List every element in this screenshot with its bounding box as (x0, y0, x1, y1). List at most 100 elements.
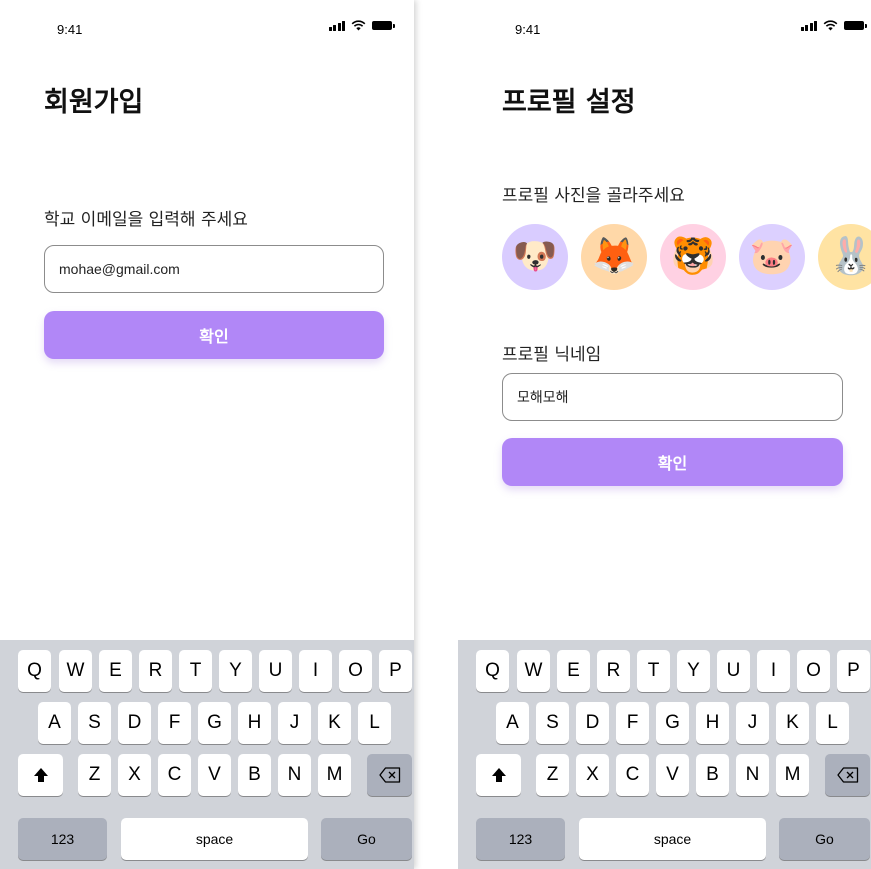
go-key[interactable]: Go (321, 818, 412, 860)
key-o[interactable]: O (339, 650, 372, 692)
key-n[interactable]: N (736, 754, 769, 796)
key-r[interactable]: R (597, 650, 630, 692)
pig-face-icon: 🐷 (749, 236, 795, 277)
key-m[interactable]: M (776, 754, 809, 796)
signup-screen: 9:41 회원가입 학교 이메일을 입력해 주세요 확인 Q W E R T Y… (0, 0, 414, 869)
shift-icon (33, 768, 48, 782)
email-input[interactable] (44, 245, 384, 293)
avatar-option-tiger[interactable]: 🐯 (660, 224, 726, 290)
key-y[interactable]: Y (219, 650, 252, 692)
key-z[interactable]: Z (536, 754, 569, 796)
numbers-key[interactable]: 123 (476, 818, 565, 860)
go-key[interactable]: Go (779, 818, 870, 860)
key-l[interactable]: L (816, 702, 849, 744)
profile-screen: 9:41 프로필 설정 프로필 사진을 골라주세요 🐶 🦊 🐯 🐷 🐰 프로필 … (458, 0, 871, 869)
key-m[interactable]: M (318, 754, 351, 796)
shift-key[interactable] (476, 754, 521, 796)
key-g[interactable]: G (656, 702, 689, 744)
key-o[interactable]: O (797, 650, 830, 692)
backspace-icon (378, 767, 400, 783)
key-a[interactable]: A (38, 702, 71, 744)
confirm-button[interactable]: 확인 (502, 438, 843, 486)
avatar-picker: 🐶 🦊 🐯 🐷 🐰 (502, 224, 871, 290)
key-j[interactable]: J (278, 702, 311, 744)
key-a[interactable]: A (496, 702, 529, 744)
backspace-key[interactable] (825, 754, 870, 796)
fox-face-icon: 🦊 (591, 236, 637, 277)
key-n[interactable]: N (278, 754, 311, 796)
key-i[interactable]: I (299, 650, 332, 692)
avatar-option-fox[interactable]: 🦊 (581, 224, 647, 290)
key-b[interactable]: B (238, 754, 271, 796)
confirm-button[interactable]: 확인 (44, 311, 384, 359)
battery-icon (844, 21, 867, 30)
key-x[interactable]: X (576, 754, 609, 796)
key-t[interactable]: T (637, 650, 670, 692)
key-c[interactable]: C (616, 754, 649, 796)
key-u[interactable]: U (717, 650, 750, 692)
key-f[interactable]: F (158, 702, 191, 744)
key-v[interactable]: V (656, 754, 689, 796)
key-k[interactable]: K (318, 702, 351, 744)
key-h[interactable]: H (696, 702, 729, 744)
keyboard-row-3: Z X C V B N M (458, 754, 871, 796)
key-b[interactable]: B (696, 754, 729, 796)
tiger-face-icon: 🐯 (670, 236, 716, 277)
key-e[interactable]: E (557, 650, 590, 692)
key-w[interactable]: W (59, 650, 92, 692)
key-l[interactable]: L (358, 702, 391, 744)
key-d[interactable]: D (576, 702, 609, 744)
rabbit-face-icon: 🐰 (828, 236, 871, 277)
signal-icon (800, 20, 817, 31)
key-k[interactable]: K (776, 702, 809, 744)
nickname-input[interactable] (502, 373, 843, 421)
keyboard-row-1: Q W E R T Y U I O P (458, 650, 871, 692)
page-title: 회원가입 (44, 87, 144, 118)
key-r[interactable]: R (139, 650, 172, 692)
battery-icon (372, 21, 395, 30)
key-x[interactable]: X (118, 754, 151, 796)
avatar-option-rabbit[interactable]: 🐰 (818, 224, 871, 290)
key-q[interactable]: Q (476, 650, 509, 692)
key-s[interactable]: S (536, 702, 569, 744)
status-bar: 9:41 (0, 0, 414, 60)
page-title: 프로필 설정 (502, 87, 636, 118)
keyboard: Q W E R T Y U I O P A S D F G H J K L Z (458, 640, 871, 869)
key-y[interactable]: Y (677, 650, 710, 692)
key-w[interactable]: W (517, 650, 550, 692)
nickname-label: 프로필 닉네임 (502, 345, 602, 365)
key-s[interactable]: S (78, 702, 111, 744)
shift-key[interactable] (18, 754, 63, 796)
key-j[interactable]: J (736, 702, 769, 744)
space-key[interactable]: space (121, 818, 308, 860)
keyboard-row-4: 123 space Go (0, 818, 414, 860)
signal-icon (328, 20, 345, 31)
key-p[interactable]: P (379, 650, 412, 692)
key-q[interactable]: Q (18, 650, 51, 692)
keyboard-row-2: A S D F G H J K L (0, 702, 414, 744)
keyboard-row-2: A S D F G H J K L (458, 702, 871, 744)
email-label: 학교 이메일을 입력해 주세요 (44, 210, 248, 230)
key-e[interactable]: E (99, 650, 132, 692)
wifi-icon (823, 20, 838, 31)
key-c[interactable]: C (158, 754, 191, 796)
keyboard-row-1: Q W E R T Y U I O P (0, 650, 414, 692)
key-f[interactable]: F (616, 702, 649, 744)
key-v[interactable]: V (198, 754, 231, 796)
key-z[interactable]: Z (78, 754, 111, 796)
numbers-key[interactable]: 123 (18, 818, 107, 860)
avatar-option-pig[interactable]: 🐷 (739, 224, 805, 290)
dog-face-icon: 🐶 (512, 236, 558, 277)
key-i[interactable]: I (757, 650, 790, 692)
backspace-key[interactable] (367, 754, 412, 796)
key-u[interactable]: U (259, 650, 292, 692)
status-icons (328, 20, 395, 31)
photo-label: 프로필 사진을 골라주세요 (502, 186, 685, 206)
avatar-option-dog[interactable]: 🐶 (502, 224, 568, 290)
key-t[interactable]: T (179, 650, 212, 692)
key-g[interactable]: G (198, 702, 231, 744)
key-p[interactable]: P (837, 650, 870, 692)
space-key[interactable]: space (579, 818, 766, 860)
key-d[interactable]: D (118, 702, 151, 744)
key-h[interactable]: H (238, 702, 271, 744)
